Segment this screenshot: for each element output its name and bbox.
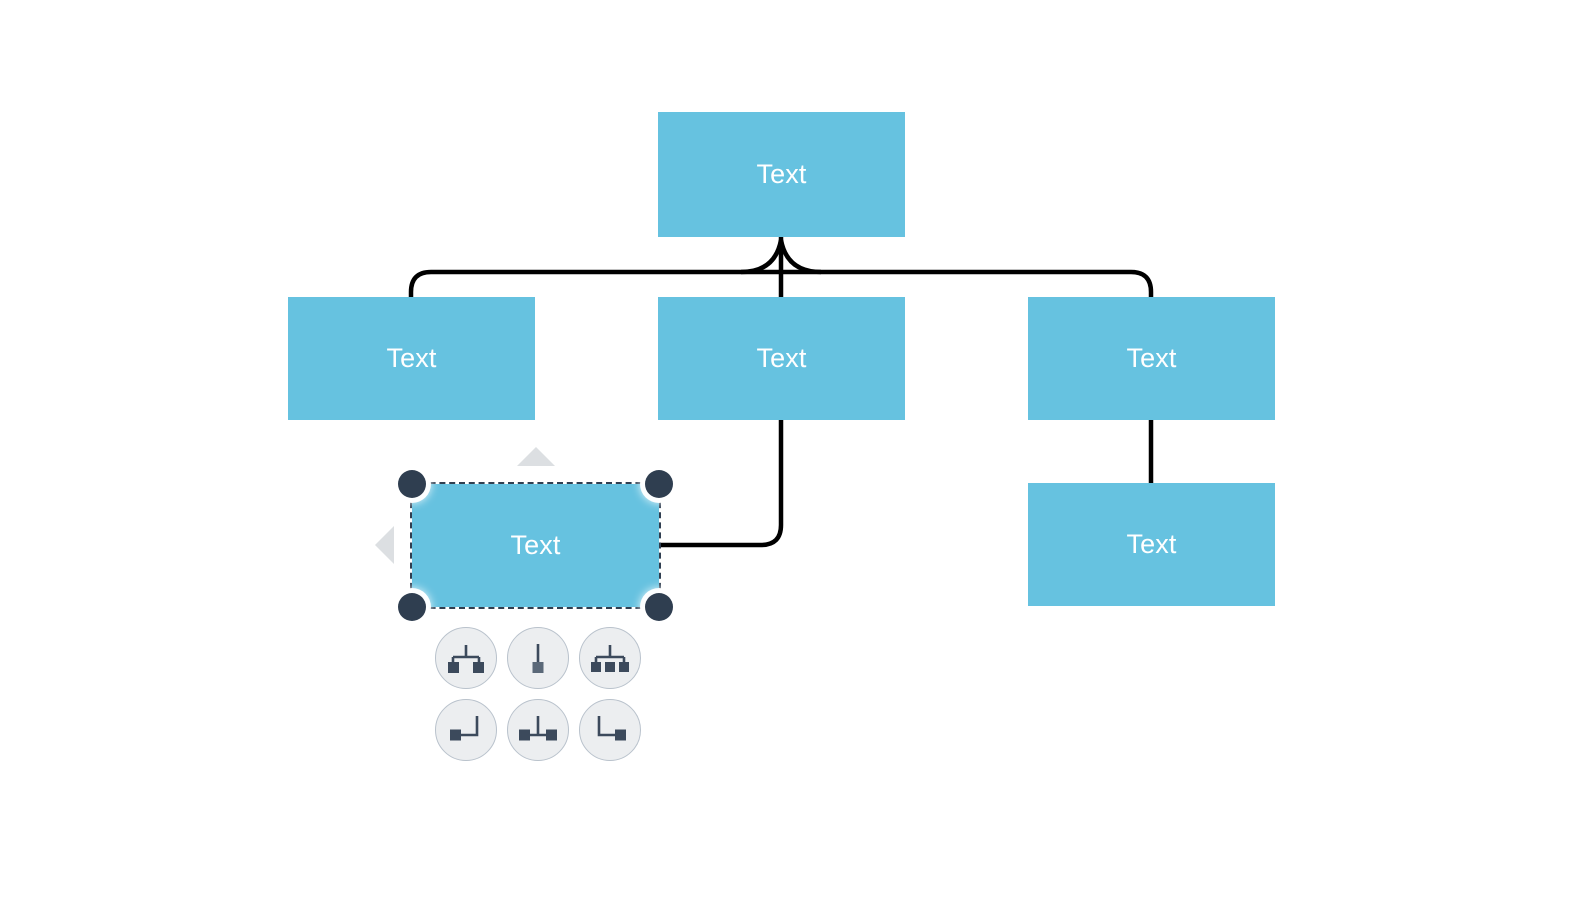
node-label: Text xyxy=(756,159,807,189)
node-sub-left-selected[interactable]: Text xyxy=(410,482,661,609)
branch-left-icon xyxy=(450,716,479,741)
add-left-arrow[interactable] xyxy=(375,526,394,564)
node-label: Text xyxy=(386,343,437,373)
node-child-left[interactable]: Text xyxy=(288,297,535,420)
node-label: Text xyxy=(756,343,807,373)
handle-top-left[interactable] xyxy=(398,470,426,498)
diagram-canvas[interactable]: Text Text Text Text Text Text xyxy=(0,0,1576,918)
add-three-children-below-button[interactable] xyxy=(579,627,641,689)
tree-two-children-icon xyxy=(448,645,484,673)
add-two-children-below-button[interactable] xyxy=(435,627,497,689)
handle-bottom-right[interactable] xyxy=(645,593,673,621)
add-single-child-below-button[interactable] xyxy=(507,627,569,689)
tree-three-children-icon xyxy=(591,645,629,672)
node-child-right[interactable]: Text xyxy=(1028,297,1275,420)
add-branches-both-sides-button[interactable] xyxy=(507,699,569,761)
add-branch-right-button[interactable] xyxy=(579,699,641,761)
node-sub-right[interactable]: Text xyxy=(1028,483,1275,606)
handle-bottom-left[interactable] xyxy=(398,593,426,621)
node-child-middle[interactable]: Text xyxy=(658,297,905,420)
add-branch-left-button[interactable] xyxy=(435,699,497,761)
node-label: Text xyxy=(510,530,561,560)
add-above-arrow[interactable] xyxy=(517,447,555,466)
node-root[interactable]: Text xyxy=(658,112,905,237)
branch-right-icon xyxy=(597,716,626,741)
node-label: Text xyxy=(1126,529,1177,559)
layout-toolbar[interactable] xyxy=(430,622,646,766)
branch-both-icon xyxy=(519,716,557,741)
tree-single-child-icon xyxy=(532,644,544,673)
node-label: Text xyxy=(1126,343,1177,373)
handle-top-right[interactable] xyxy=(645,470,673,498)
